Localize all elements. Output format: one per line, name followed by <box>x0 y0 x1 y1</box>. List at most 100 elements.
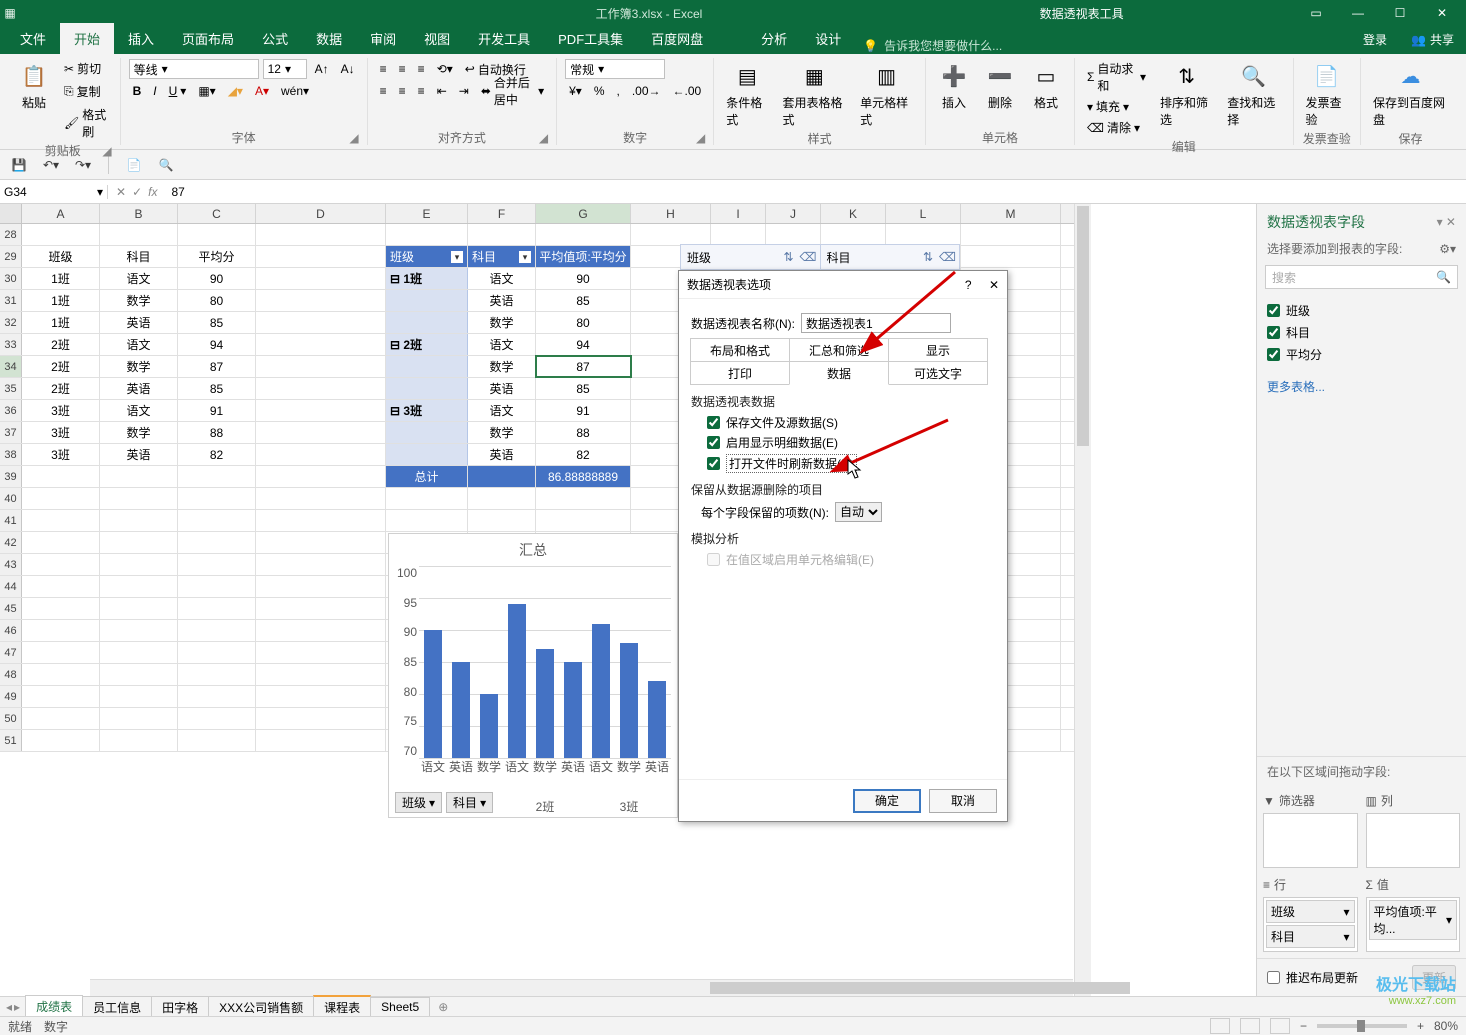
cell[interactable]: 平均值项:平均分 <box>536 246 631 267</box>
chk-save-source[interactable] <box>707 416 720 429</box>
chk-enable-drill[interactable] <box>707 436 720 449</box>
cell[interactable] <box>22 664 100 685</box>
chart-filter-class[interactable]: 班级▾ <box>395 792 442 813</box>
cell[interactable] <box>256 598 386 619</box>
cell[interactable]: 3班 <box>22 444 100 465</box>
cell[interactable]: 科目 <box>100 246 178 267</box>
pivot-name-input[interactable] <box>801 313 951 333</box>
row-head[interactable]: 42 <box>0 532 22 553</box>
defer-layout-chk[interactable] <box>1267 971 1280 984</box>
cell[interactable]: 2班 <box>22 356 100 377</box>
cell[interactable] <box>386 510 468 531</box>
cell[interactable]: 85 <box>536 290 631 311</box>
cell[interactable]: 语文 <box>100 334 178 355</box>
cell[interactable] <box>22 554 100 575</box>
increase-decimal-icon[interactable]: .00→ <box>628 82 665 100</box>
cell[interactable] <box>100 664 178 685</box>
cell[interactable]: 英语 <box>100 378 178 399</box>
cell[interactable]: 数学 <box>100 422 178 443</box>
sheet-nav-last-icon[interactable]: ▸ <box>14 1000 20 1014</box>
ribbon-options-icon[interactable]: ▭ <box>1298 0 1334 26</box>
zoom-out-icon[interactable]: − <box>1300 1019 1307 1033</box>
tab-home[interactable]: 开始 <box>60 23 114 54</box>
cell[interactable]: 语文 <box>468 334 536 355</box>
dlg-tab-layout[interactable]: 布局和格式 <box>690 338 790 362</box>
underline-button[interactable]: U▾ <box>165 82 191 100</box>
row-head[interactable]: 32 <box>0 312 22 333</box>
cell[interactable] <box>100 620 178 641</box>
number-format-combo[interactable]: 常规▾ <box>565 59 665 79</box>
filter-area[interactable] <box>1263 813 1358 868</box>
fill-button[interactable]: ▾填充▾ <box>1083 96 1150 117</box>
cell[interactable]: 94 <box>536 334 631 355</box>
cell[interactable] <box>256 400 386 421</box>
cell[interactable] <box>178 466 256 487</box>
share-button[interactable]: 👥共享 <box>1399 25 1466 54</box>
bold-button[interactable]: B <box>129 82 146 100</box>
chk-refresh-open[interactable] <box>707 457 720 470</box>
row-head[interactable]: 41 <box>0 510 22 531</box>
cell[interactable]: 总计 <box>386 466 468 487</box>
cell[interactable]: 英语 <box>468 290 536 311</box>
cell[interactable] <box>256 554 386 575</box>
cell[interactable] <box>256 576 386 597</box>
cell[interactable]: 数学 <box>468 422 536 443</box>
cell[interactable] <box>100 708 178 729</box>
col-head[interactable]: M <box>961 204 1061 223</box>
zoom-thumb[interactable] <box>1357 1020 1365 1032</box>
cell[interactable] <box>256 642 386 663</box>
dlg-tab-display[interactable]: 显示 <box>888 338 988 362</box>
cell[interactable] <box>386 378 468 399</box>
vertical-scrollbar[interactable] <box>1074 204 1091 996</box>
cell[interactable] <box>386 356 468 377</box>
tab-developer[interactable]: 开发工具 <box>464 23 544 54</box>
row-head[interactable]: 44 <box>0 576 22 597</box>
cell[interactable] <box>22 488 100 509</box>
row-head[interactable]: 35 <box>0 378 22 399</box>
new-sheet-button[interactable]: ⊕ <box>430 1000 456 1014</box>
cancel-entry-icon[interactable]: ✕ <box>116 185 126 199</box>
cell[interactable] <box>256 246 386 267</box>
cell[interactable] <box>536 510 631 531</box>
cell[interactable] <box>100 554 178 575</box>
cell[interactable]: 数学 <box>468 356 536 377</box>
zoom-in-icon[interactable]: + <box>1417 1019 1424 1033</box>
align-top-icon[interactable]: ≡ <box>376 60 391 78</box>
cell[interactable] <box>22 620 100 641</box>
cell[interactable]: 班级 <box>22 246 100 267</box>
cell[interactable]: ⊟ 3班 <box>386 400 468 421</box>
cell[interactable] <box>22 642 100 663</box>
chart-filter-subject[interactable]: 科目▾ <box>446 792 493 813</box>
cell[interactable] <box>22 708 100 729</box>
scroll-thumb[interactable] <box>710 982 1130 994</box>
view-page-break-icon[interactable] <box>1270 1018 1290 1034</box>
sheet-tab[interactable]: Sheet5 <box>370 997 430 1016</box>
cell[interactable]: 3班 <box>22 400 100 421</box>
cell[interactable] <box>178 224 256 245</box>
cell[interactable] <box>536 224 631 245</box>
col-head[interactable]: F <box>468 204 536 223</box>
row-head[interactable]: 49 <box>0 686 22 707</box>
cell[interactable] <box>386 422 468 443</box>
merge-center-button[interactable]: ⬌合并后居中▾ <box>477 72 548 110</box>
autosum-button[interactable]: Σ自动求和▾ <box>1083 58 1150 96</box>
row-head[interactable]: 38 <box>0 444 22 465</box>
cell[interactable] <box>256 444 386 465</box>
cell[interactable] <box>22 466 100 487</box>
tab-insert[interactable]: 插入 <box>114 23 168 54</box>
row-head[interactable]: 34 <box>0 356 22 377</box>
tab-design[interactable]: 设计 <box>801 23 855 54</box>
cell[interactable] <box>22 686 100 707</box>
find-select-button[interactable]: 🔍查找和选择 <box>1223 58 1284 138</box>
cell[interactable] <box>100 488 178 509</box>
col-head[interactable]: G <box>536 204 631 223</box>
align-bottom-icon[interactable]: ≡ <box>414 60 429 78</box>
cell[interactable] <box>256 510 386 531</box>
cell[interactable]: 语文 <box>100 268 178 289</box>
cell[interactable] <box>100 532 178 553</box>
row-head[interactable]: 47 <box>0 642 22 663</box>
sheet-tab[interactable]: 员工信息 <box>82 996 152 1018</box>
sheet-tab[interactable]: XXX公司销售额 <box>208 996 314 1018</box>
cell[interactable]: 94 <box>178 334 256 355</box>
italic-button[interactable]: I <box>149 82 160 100</box>
